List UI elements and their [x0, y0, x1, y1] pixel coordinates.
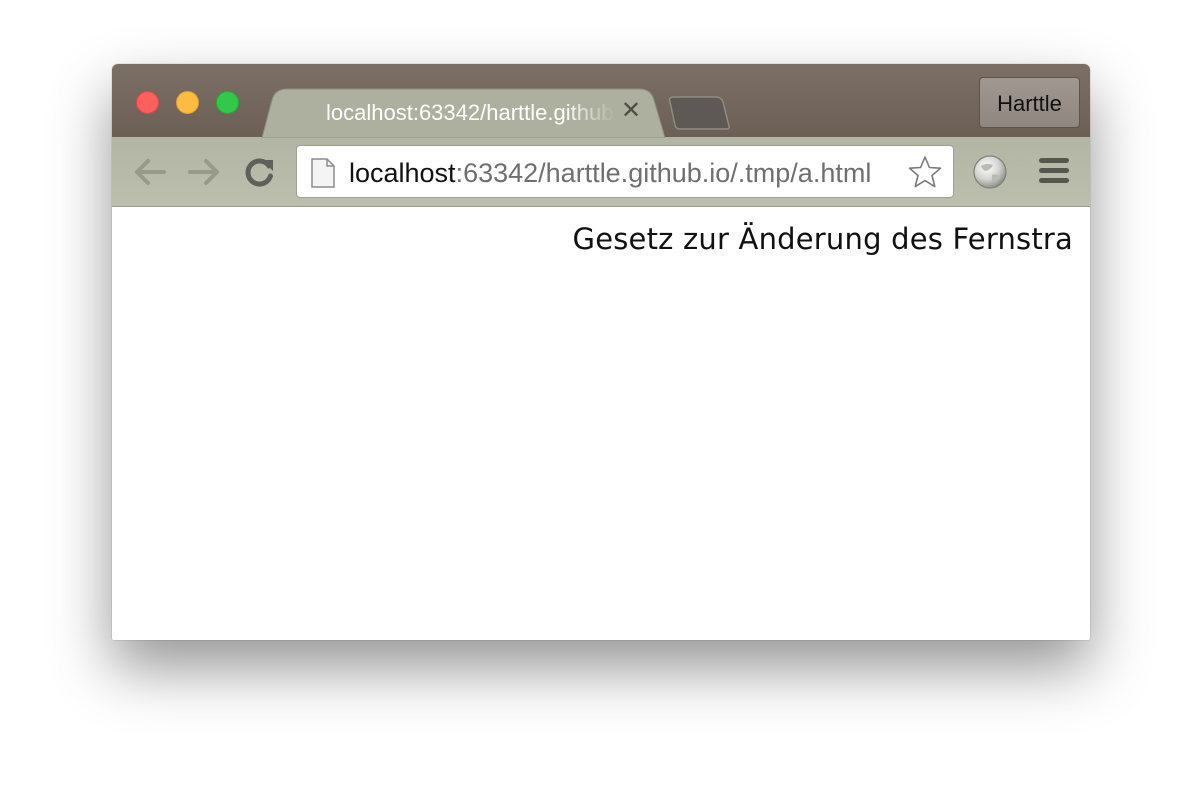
page-content: Gesetz zur Änderung des Fernstra — [112, 207, 1090, 640]
page-icon — [310, 158, 336, 188]
url-host: localhost — [349, 158, 456, 188]
forward-arrow-icon[interactable] — [184, 154, 224, 190]
reload-icon[interactable] — [240, 154, 280, 190]
new-tab-icon — [668, 96, 730, 130]
browser-window: localhost:63342/harttle.github.io/.tmp/a… — [112, 64, 1090, 640]
tab-close-icon[interactable]: ✕ — [618, 98, 644, 124]
globe-icon[interactable] — [971, 153, 1009, 191]
profile-button[interactable]: Harttle — [979, 77, 1080, 128]
title-bar: localhost:63342/harttle.github.io/.tmp/a… — [112, 64, 1090, 138]
star-icon[interactable] — [907, 155, 943, 189]
back-arrow-icon[interactable] — [130, 154, 170, 190]
url-path: :63342/harttle.github.io/.tmp/a.html — [455, 158, 872, 188]
url-text: localhost:63342/harttle.github.io/.tmp/a… — [349, 158, 901, 188]
window-close-button[interactable] — [136, 91, 159, 114]
window-minimize-button[interactable] — [176, 91, 199, 114]
tab-title: localhost:63342/harttle.github.io/.tmp/a… — [326, 100, 616, 125]
hamburger-menu-icon[interactable] — [1037, 155, 1071, 187]
tab-active[interactable]: localhost:63342/harttle.github.io/.tmp/a… — [262, 88, 665, 138]
toolbar: localhost:63342/harttle.github.io/.tmp/a… — [112, 137, 1090, 207]
address-bar[interactable]: localhost:63342/harttle.github.io/.tmp/a… — [296, 145, 954, 198]
new-tab-button[interactable] — [666, 96, 730, 130]
screen: localhost:63342/harttle.github.io/.tmp/a… — [0, 0, 1202, 800]
page-heading: Gesetz zur Änderung des Fernstra — [572, 222, 1073, 256]
window-maximize-button[interactable] — [216, 91, 239, 114]
